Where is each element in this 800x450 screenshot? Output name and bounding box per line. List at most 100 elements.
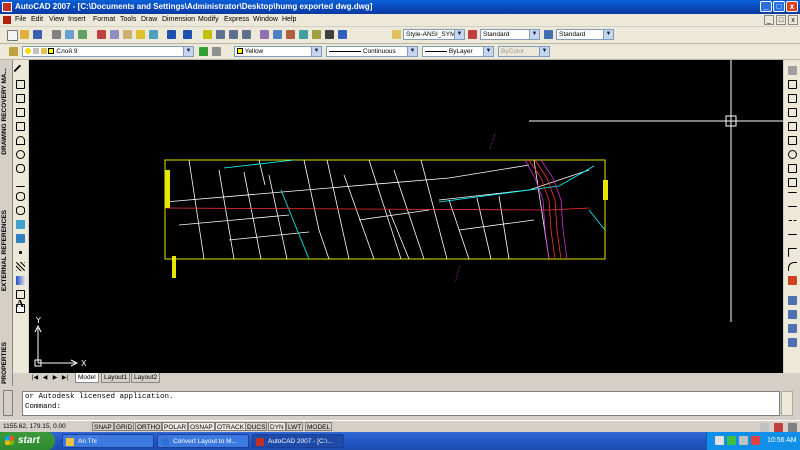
- tab-layout2[interactable]: Layout2: [131, 373, 161, 383]
- close-button[interactable]: x: [786, 1, 798, 12]
- lineweight-select[interactable]: ByLayer ▼: [422, 46, 494, 57]
- polyline-icon[interactable]: [16, 94, 25, 103]
- text-style-select[interactable]: Style-ANSI_SYM ▼: [403, 29, 465, 40]
- copy-icon[interactable]: [110, 30, 119, 39]
- pan-icon[interactable]: [203, 30, 212, 39]
- ortho-toggle[interactable]: ORTHO: [135, 422, 163, 431]
- task-folder[interactable]: An Thi: [62, 434, 154, 448]
- doc-close-button[interactable]: x: [788, 15, 798, 25]
- start-button[interactable]: start: [0, 432, 55, 450]
- make-current-layer-icon[interactable]: [199, 47, 208, 56]
- task-browser[interactable]: Convert Layout to M...: [157, 434, 249, 448]
- text-to-front-icon[interactable]: [788, 338, 797, 347]
- zoom-realtime-icon[interactable]: [216, 30, 225, 39]
- menu-dimension[interactable]: Dimension: [162, 14, 195, 26]
- new-icon[interactable]: [7, 30, 18, 41]
- extend-icon[interactable]: [788, 206, 797, 215]
- save-icon[interactable]: [33, 30, 42, 39]
- copy-object-icon[interactable]: [788, 80, 797, 89]
- doc-restore-button[interactable]: □: [776, 15, 786, 25]
- ducs-toggle[interactable]: DUCS: [245, 422, 268, 431]
- array-icon[interactable]: [788, 122, 797, 131]
- join-icon[interactable]: [788, 234, 797, 243]
- polar-toggle[interactable]: POLAR: [162, 422, 189, 431]
- revision-cloud-icon[interactable]: [16, 164, 25, 173]
- zoom-window-icon[interactable]: [229, 30, 238, 39]
- tray-icon[interactable]: [715, 436, 724, 445]
- properties-icon[interactable]: [260, 30, 269, 39]
- arc-icon[interactable]: [16, 136, 25, 145]
- line-icon[interactable]: [13, 64, 28, 79]
- polygon-icon[interactable]: [16, 108, 25, 117]
- linetype-select[interactable]: Continuous ▼: [326, 46, 418, 57]
- block-editor-icon[interactable]: [149, 30, 158, 39]
- chamfer-icon[interactable]: [788, 248, 797, 257]
- minimize-button[interactable]: _: [760, 1, 772, 12]
- command-window-grip[interactable]: [3, 390, 13, 416]
- grid-toggle[interactable]: GRID: [114, 422, 135, 431]
- ellipse-icon[interactable]: [16, 192, 25, 201]
- zoom-previous-icon[interactable]: [242, 30, 251, 39]
- break-icon[interactable]: [788, 220, 797, 229]
- sheet-set-icon[interactable]: [299, 30, 308, 39]
- menu-file[interactable]: File: [15, 14, 26, 26]
- match-properties-icon[interactable]: [136, 30, 145, 39]
- layer-select[interactable]: Слой 9 ▼: [22, 46, 194, 57]
- menu-modify[interactable]: Modify: [198, 14, 219, 26]
- markup-icon[interactable]: [312, 30, 321, 39]
- dyn-toggle[interactable]: DYN: [268, 422, 286, 431]
- insert-block-icon[interactable]: [16, 220, 25, 229]
- dim-style-select[interactable]: Standard ▼: [480, 29, 540, 40]
- mirror-icon[interactable]: [788, 94, 797, 103]
- make-block-icon[interactable]: [16, 234, 25, 243]
- publish-icon[interactable]: [78, 30, 87, 39]
- command-text-area[interactable]: or Autodesk licensed application. Comman…: [22, 391, 780, 416]
- open-icon[interactable]: [20, 30, 29, 39]
- menu-window[interactable]: Window: [253, 14, 278, 26]
- network-icon[interactable]: [727, 436, 736, 445]
- menu-insert[interactable]: Insert: [68, 14, 86, 26]
- erase-icon[interactable]: [788, 66, 797, 75]
- point-icon[interactable]: [19, 251, 22, 254]
- spline-icon[interactable]: [16, 178, 25, 187]
- autocad-app-icon[interactable]: [2, 2, 12, 12]
- drawing-canvas[interactable]: ~~~~ ~~~~ Y X: [29, 60, 783, 373]
- last-tab-icon[interactable]: ▶|: [61, 374, 69, 382]
- lwt-toggle[interactable]: LWT: [286, 422, 304, 431]
- menu-help[interactable]: Help: [282, 14, 296, 26]
- menu-express[interactable]: Express: [224, 14, 249, 26]
- paste-icon[interactable]: [123, 30, 132, 39]
- maximize-button[interactable]: □: [773, 1, 785, 12]
- otrack-toggle[interactable]: OTRACK: [215, 422, 247, 431]
- volume-icon[interactable]: [739, 436, 748, 445]
- properties-palette-tab[interactable]: PROPERTIES: [1, 342, 8, 384]
- next-tab-icon[interactable]: ▶: [51, 374, 59, 382]
- circle-icon[interactable]: [16, 150, 25, 159]
- preview-icon[interactable]: [65, 30, 74, 39]
- explode-icon[interactable]: [788, 276, 797, 285]
- calculator-icon[interactable]: [325, 30, 334, 39]
- layer-previous-icon[interactable]: [212, 47, 221, 56]
- toolbar-lock-icon[interactable]: [774, 423, 783, 432]
- bring-to-front-icon[interactable]: [788, 310, 797, 319]
- scale-icon[interactable]: [788, 164, 797, 173]
- previous-tab-icon[interactable]: ◀: [41, 374, 49, 382]
- tool-palettes-icon[interactable]: [286, 30, 295, 39]
- hatch-icon[interactable]: [16, 262, 25, 271]
- construction-line-icon[interactable]: [16, 80, 25, 89]
- help-icon[interactable]: [338, 30, 347, 39]
- fillet-icon[interactable]: [788, 262, 797, 271]
- offset-icon[interactable]: [788, 108, 797, 117]
- rotate-icon[interactable]: [788, 150, 797, 159]
- redo-icon[interactable]: [183, 30, 192, 39]
- security-icon[interactable]: [751, 436, 760, 445]
- tab-layout1[interactable]: Layout1: [101, 373, 131, 383]
- doc-minimize-button[interactable]: _: [764, 15, 774, 25]
- snap-toggle[interactable]: SNAP: [92, 422, 114, 431]
- rectangle-icon[interactable]: [16, 122, 25, 131]
- ellipse-arc-icon[interactable]: [16, 206, 25, 215]
- stretch-icon[interactable]: [788, 178, 797, 187]
- command-scrollbar[interactable]: [781, 391, 793, 416]
- color-select[interactable]: Yellow ▼: [234, 46, 322, 57]
- send-to-back-icon[interactable]: [788, 324, 797, 333]
